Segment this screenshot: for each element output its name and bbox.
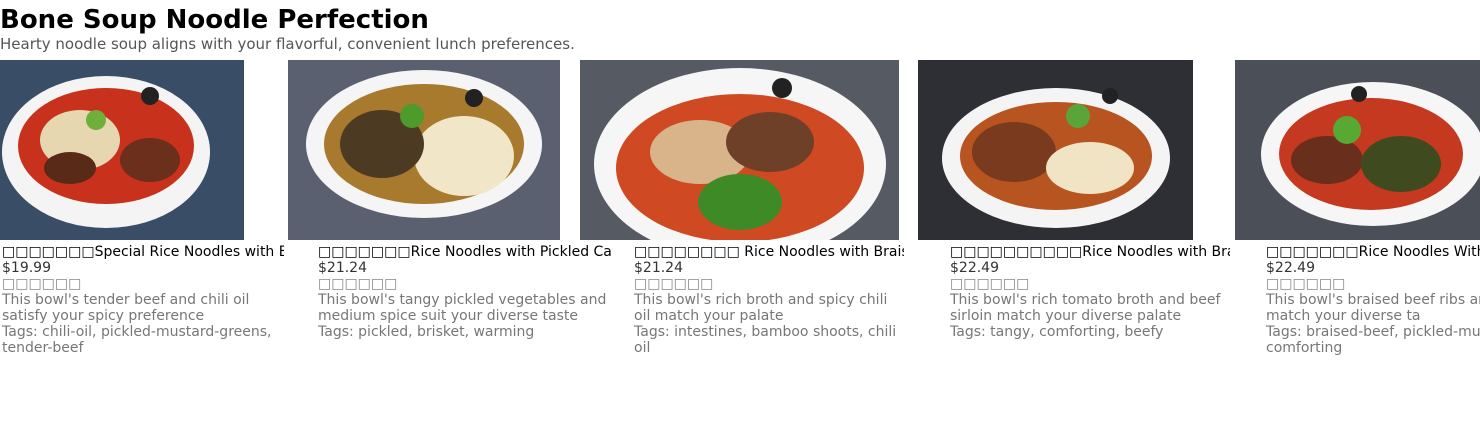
noodle-bowl-icon — [288, 60, 560, 240]
card-3-text: □□□□□□□□ Rice Noodles with Braised $21.2… — [634, 244, 904, 356]
card-tags: Tags: intestines, bamboo shoots, chili o… — [634, 324, 897, 356]
noodle-bowl-photo[interactable] — [580, 60, 899, 240]
card-description: This bowl's rich broth and spicy chili o… — [634, 292, 888, 324]
card-5-text: □□□□□□□Rice Noodles With Bra $22.49 □□□□… — [1266, 244, 1480, 356]
card-price: $22.49 — [950, 260, 999, 276]
card-tags: Tags: braised-beef, pickled-mu comfortin… — [1266, 324, 1480, 356]
card-tags: Tags: tangy, comforting, beefy — [950, 324, 1164, 340]
card-price: $21.24 — [634, 260, 683, 276]
card-name[interactable]: □□□□□□□□□□Rice Noodles with Braised — [950, 244, 1230, 260]
card-name[interactable]: □□□□□□□Rice Noodles With Bra — [1266, 244, 1480, 260]
noodle-bowl-photo[interactable] — [1235, 60, 1480, 240]
card-name[interactable]: □□□□□□□Rice Noodles with Pickled Ca — [318, 244, 612, 260]
noodle-bowl-photo[interactable] — [0, 60, 244, 240]
card-name-cn: □□□□□□ — [318, 276, 398, 292]
noodle-bowl-photo[interactable] — [288, 60, 560, 240]
card-tags: Tags: pickled, brisket, warming — [318, 324, 535, 340]
card-description: This bowl's rich tomato broth and beef s… — [950, 292, 1221, 324]
card-price: $21.24 — [318, 260, 367, 276]
card-name[interactable]: □□□□□□□□ Rice Noodles with Braised — [634, 244, 904, 260]
card-price: $22.49 — [1266, 260, 1315, 276]
card-price: $19.99 — [2, 260, 51, 276]
card-description: This bowl's tangy pickled vegetables and… — [318, 292, 607, 324]
card-1-text: □□□□□□□Special Rice Noodles with Be $19.… — [2, 244, 284, 356]
card-name-cn: □□□□□□ — [1266, 276, 1346, 292]
page-subtitle: Hearty noodle soup aligns with your flav… — [0, 35, 575, 53]
noodle-bowl-icon — [1235, 60, 1480, 240]
card-name[interactable]: □□□□□□□Special Rice Noodles with Be — [2, 244, 284, 260]
noodle-bowl-photo[interactable] — [918, 60, 1193, 240]
card-name-cn: □□□□□□ — [950, 276, 1030, 292]
noodle-bowl-icon — [0, 60, 244, 240]
card-2-text: □□□□□□□Rice Noodles with Pickled Ca $21.… — [318, 244, 612, 340]
card-name-cn: □□□□□□ — [634, 276, 714, 292]
card-description: This bowl's braised beef ribs and mustar… — [1266, 292, 1480, 324]
noodle-bowl-icon — [918, 60, 1193, 240]
noodle-bowl-icon — [580, 60, 899, 240]
page-title: Bone Soup Noodle Perfection — [0, 5, 429, 35]
card-name-cn: □□□□□□ — [2, 276, 82, 292]
card-tags: Tags: chili-oil, pickled-mustard-greens,… — [2, 324, 272, 356]
card-description: This bowl's tender beef and chili oil sa… — [2, 292, 250, 324]
card-4-text: □□□□□□□□□□Rice Noodles with Braised $22.… — [950, 244, 1230, 340]
